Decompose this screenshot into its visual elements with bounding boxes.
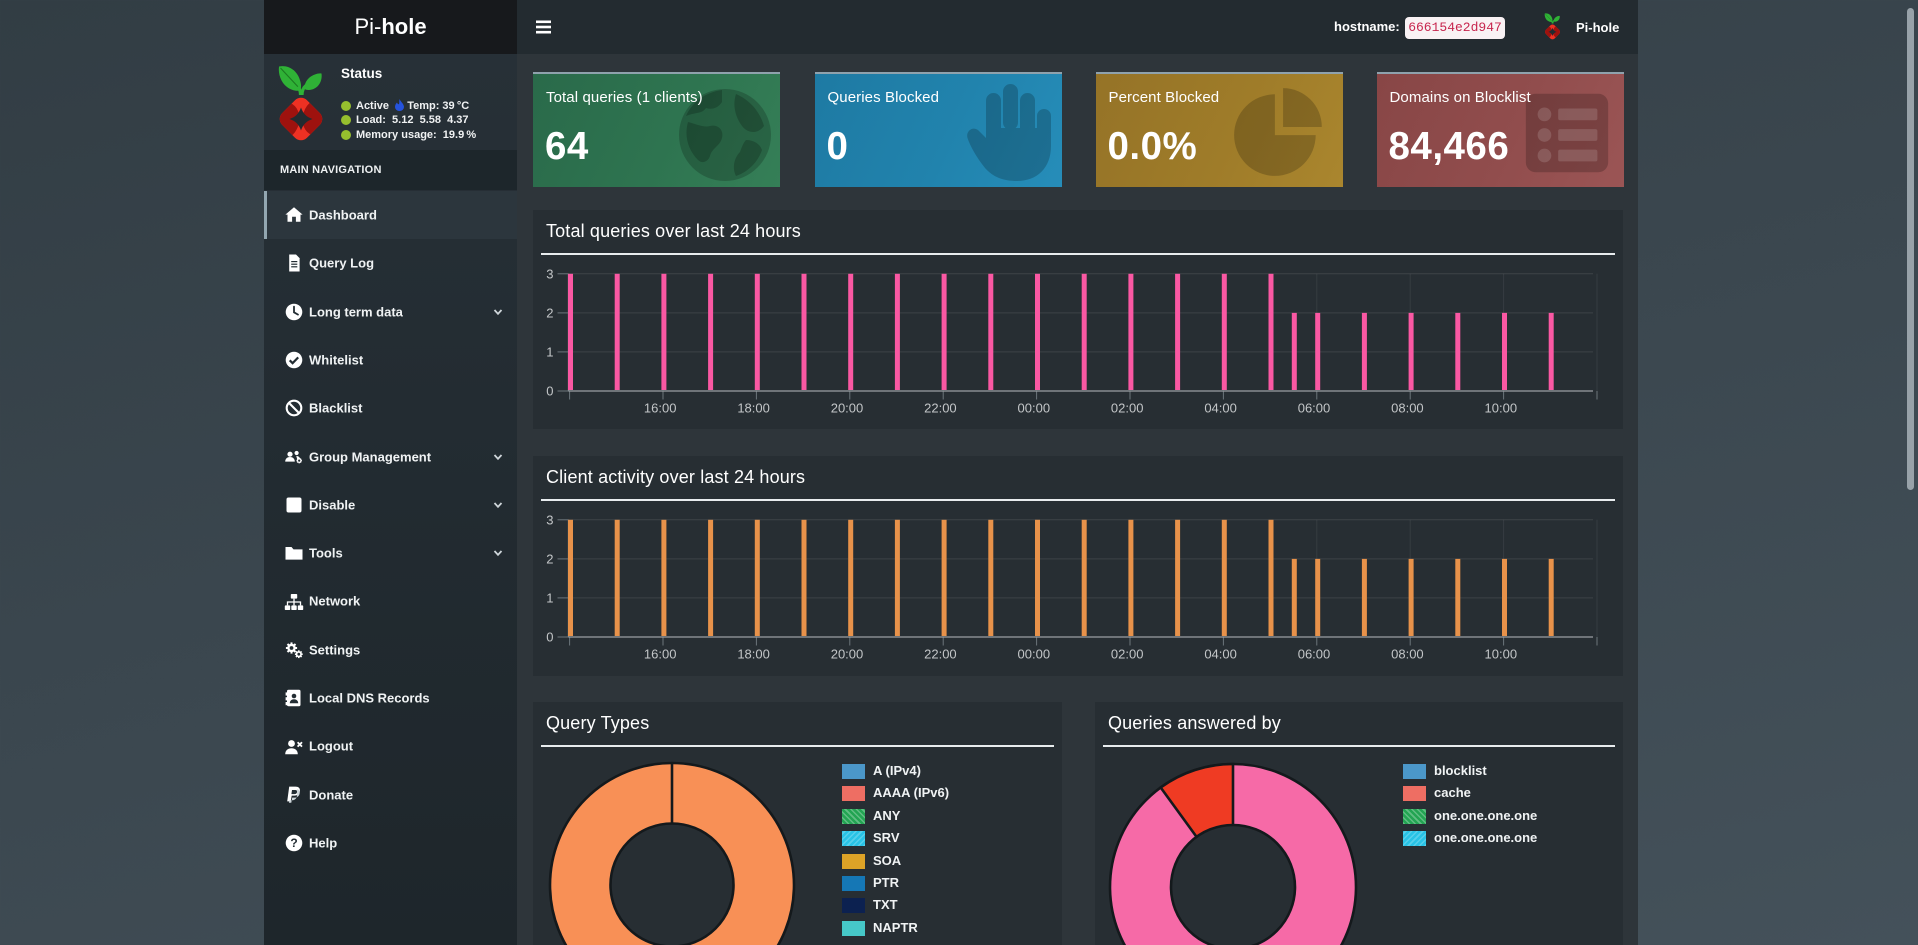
svg-text:18:00: 18:00 xyxy=(737,401,770,416)
svg-text:00:00: 00:00 xyxy=(1018,401,1051,416)
svg-text:0: 0 xyxy=(546,384,553,399)
svg-text:02:00: 02:00 xyxy=(1111,401,1144,416)
svg-text:08:00: 08:00 xyxy=(1391,401,1424,416)
svg-text:3: 3 xyxy=(546,512,553,527)
svg-text:06:00: 06:00 xyxy=(1298,401,1331,416)
svg-text:22:00: 22:00 xyxy=(924,647,957,662)
svg-text:06:00: 06:00 xyxy=(1298,647,1331,662)
svg-text:?: ? xyxy=(290,836,297,850)
svg-text:22:00: 22:00 xyxy=(924,401,957,416)
svg-text:10:00: 10:00 xyxy=(1485,401,1518,416)
svg-text:08:00: 08:00 xyxy=(1391,647,1424,662)
svg-text:02:00: 02:00 xyxy=(1111,647,1144,662)
svg-text:2: 2 xyxy=(546,551,553,566)
svg-text:20:00: 20:00 xyxy=(831,647,864,662)
svg-text:20:00: 20:00 xyxy=(831,401,864,416)
svg-text:1: 1 xyxy=(546,344,553,359)
svg-text:04:00: 04:00 xyxy=(1204,401,1237,416)
svg-text:1: 1 xyxy=(546,590,553,605)
svg-text:16:00: 16:00 xyxy=(644,647,677,662)
svg-text:0: 0 xyxy=(546,630,553,645)
svg-text:3: 3 xyxy=(546,266,553,281)
svg-text:10:00: 10:00 xyxy=(1485,647,1518,662)
svg-text:00:00: 00:00 xyxy=(1018,647,1051,662)
svg-text:04:00: 04:00 xyxy=(1204,647,1237,662)
svg-text:18:00: 18:00 xyxy=(737,647,770,662)
svg-text:16:00: 16:00 xyxy=(644,401,677,416)
svg-text:2: 2 xyxy=(546,305,553,320)
